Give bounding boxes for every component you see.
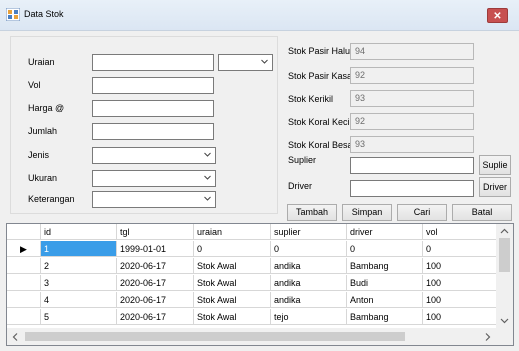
table-cell[interactable]: Anton [347,292,423,308]
current-row-icon: ▶ [20,244,27,254]
jenis-label: Jenis [28,150,50,160]
stok-kerikil-field: 93 [350,90,474,107]
column-header-vol[interactable]: vol [423,224,500,240]
suplier-label: Suplier [288,155,317,165]
table-cell[interactable]: Stok Awal [194,309,271,325]
uraian-label: Uraian [28,57,55,67]
stok-koral-besar-label: Stok Koral Besar [288,140,356,150]
vertical-scrollbar[interactable] [496,224,513,328]
row-header[interactable] [7,275,41,291]
batal-button[interactable]: Batal [452,204,512,221]
chevron-down-icon [204,196,211,201]
table-cell[interactable]: 3 [41,275,117,291]
table-cell[interactable]: 1999-01-01 [117,241,194,257]
driver-button[interactable]: Driver [479,177,511,197]
table-cell[interactable]: andika [271,275,347,291]
stok-pasir-kasar-field: 92 [350,67,474,84]
jumlah-label: Jumlah [28,126,58,136]
scroll-down-icon[interactable] [500,318,509,324]
table-cell[interactable]: Stok Awal [194,292,271,308]
tambah-button[interactable]: Tambah [287,204,337,221]
stok-koral-kecil-field: 92 [350,113,474,130]
title-bar [0,0,519,31]
row-header-corner [7,224,41,240]
column-header-tgl[interactable]: tgl [117,224,194,240]
suplier-input[interactable] [350,157,474,174]
table-cell[interactable]: Stok Awal [194,275,271,291]
table-cell[interactable]: tejo [271,309,347,325]
uraian-input[interactable] [92,54,214,71]
row-header[interactable] [7,309,41,325]
harga-label: Harga @ [28,103,65,113]
ukuran-dropdown[interactable] [92,170,216,187]
row-header[interactable] [7,258,41,274]
harga-input[interactable] [92,100,214,117]
table-cell[interactable]: 100 [423,309,500,325]
jumlah-input[interactable] [92,123,214,140]
horizontal-scrollbar[interactable] [7,328,496,345]
driver-input[interactable] [350,180,474,197]
keterangan-dropdown[interactable] [92,191,216,208]
table-cell[interactable]: 0 [194,241,271,257]
table-cell[interactable]: 0 [347,241,423,257]
data-grid[interactable]: id tgl uraian suplier driver vol ha ▶ 1 … [6,223,514,346]
driver-label: Driver [288,181,312,191]
table-cell[interactable]: 2020-06-17 [117,309,194,325]
stok-koral-kecil-label: Stok Koral Kecil [288,117,352,127]
stok-koral-besar-field: 93 [350,136,474,153]
suplier-button[interactable]: Suplie [479,155,511,175]
row-header[interactable]: ▶ [7,241,41,257]
row-header[interactable] [7,292,41,308]
table-cell[interactable]: Stok Awal [194,258,271,274]
scroll-up-icon[interactable] [500,228,509,234]
table-cell[interactable]: 0 [423,241,500,257]
table-cell[interactable]: 100 [423,292,500,308]
scroll-thumb[interactable] [499,238,510,272]
keterangan-label: Keterangan [28,194,75,204]
vol-input[interactable] [92,77,214,94]
column-header-suplier[interactable]: suplier [271,224,347,240]
window-title: Data Stok [24,9,64,19]
chevron-down-icon [261,59,268,64]
simpan-button[interactable]: Simpan [342,204,392,221]
table-cell[interactable]: 2020-06-17 [117,292,194,308]
column-header-driver[interactable]: driver [347,224,423,240]
uraian-dropdown[interactable] [218,54,273,71]
jenis-dropdown[interactable] [92,147,216,164]
scroll-left-icon[interactable] [12,333,18,341]
table-cell[interactable]: 4 [41,292,117,308]
scrollbar-corner [496,328,513,345]
stok-pasir-halus-label: Stok Pasir Halus [288,46,355,56]
table-cell[interactable]: 2020-06-17 [117,258,194,274]
vol-label: Vol [28,80,41,90]
app-icon [6,8,20,21]
close-button[interactable]: ✕ [487,8,508,23]
table-cell[interactable]: Bambang [347,309,423,325]
table-cell[interactable]: 100 [423,275,500,291]
scroll-thumb[interactable] [25,332,405,341]
table-cell[interactable]: 1 [41,241,117,257]
ukuran-label: Ukuran [28,173,58,183]
table-cell[interactable]: 0 [271,241,347,257]
table-cell[interactable]: 2020-06-17 [117,275,194,291]
scroll-right-icon[interactable] [485,333,491,341]
chevron-down-icon [204,175,211,180]
chevron-down-icon [204,152,211,157]
table-cell[interactable]: 2 [41,258,117,274]
cari-button[interactable]: Cari [397,204,447,221]
table-cell[interactable]: 100 [423,258,500,274]
stok-pasir-kasar-label: Stok Pasir Kasar [288,71,356,81]
column-header-uraian[interactable]: uraian [194,224,271,240]
stok-kerikil-label: Stok Kerikil [288,94,334,104]
table-cell[interactable]: Bambang [347,258,423,274]
table-cell[interactable]: andika [271,292,347,308]
column-header-id[interactable]: id [41,224,117,240]
table-cell[interactable]: Budi [347,275,423,291]
table-cell[interactable]: 5 [41,309,117,325]
table-cell[interactable]: andika [271,258,347,274]
stok-pasir-halus-field: 94 [350,43,474,60]
